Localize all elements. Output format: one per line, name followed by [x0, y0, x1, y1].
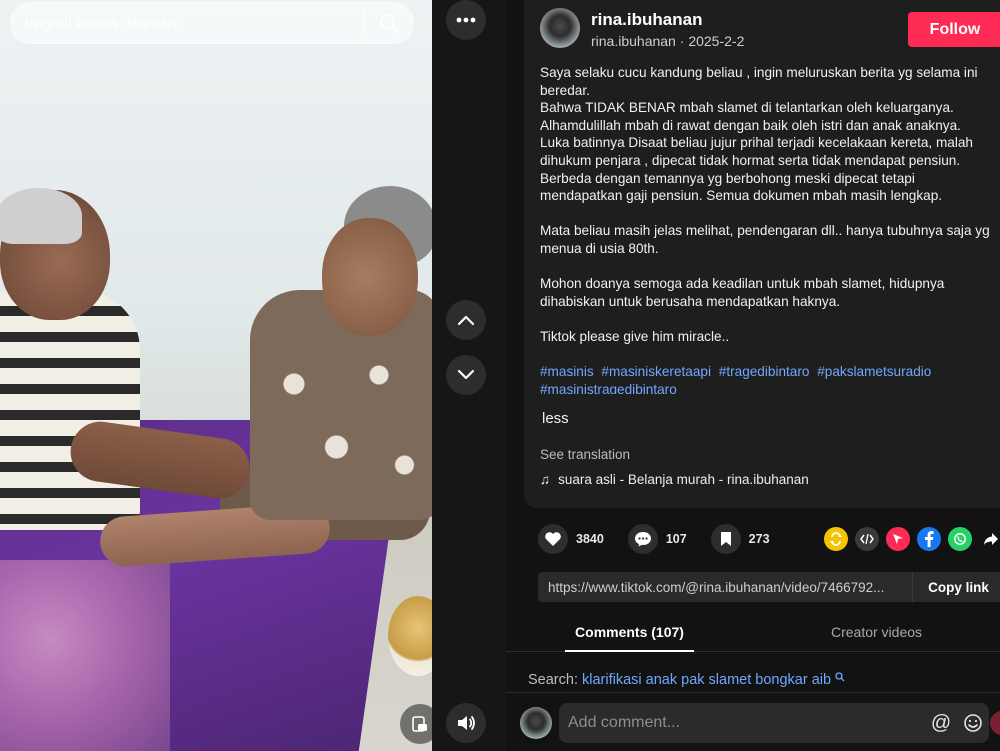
music-title: suara asli - Belanja murah - rina.ibuhan… — [558, 472, 809, 487]
video-man-shirt — [0, 290, 140, 530]
next-video-button[interactable] — [446, 355, 486, 395]
like-button[interactable]: 3840 — [538, 524, 604, 554]
hashtag-link[interactable]: #masinistragedibintaro — [540, 382, 677, 394]
user-avatar — [520, 707, 552, 739]
follow-button[interactable]: Follow — [908, 12, 1000, 47]
video-url[interactable]: https://www.tiktok.com/@rina.ibuhanan/vi… — [538, 580, 912, 595]
more-options-button[interactable] — [446, 0, 486, 40]
mini-player-button[interactable] — [400, 704, 432, 744]
tab-creator-videos[interactable]: Creator videos — [753, 612, 1000, 651]
send-to-friends-button[interactable] — [886, 527, 910, 551]
panel-tabs: Comments (107) Creator videos — [506, 612, 1000, 652]
video-man-hair — [0, 188, 82, 244]
description-paragraph: Tiktok please give him miracle.. — [540, 328, 730, 344]
post-date: 2025-2-2 — [688, 33, 745, 49]
comment-placeholder[interactable]: Add comment... — [568, 714, 925, 732]
comment-icon — [627, 524, 658, 554]
facebook-icon — [925, 531, 934, 547]
comment-composer: Add comment... @ — [506, 692, 1000, 751]
whatsapp-share-button[interactable] — [948, 527, 972, 551]
facebook-share-button[interactable] — [917, 527, 941, 551]
comment-count: 107 — [665, 532, 687, 546]
description-line: Alhamdulillah mbah di rawat dengan baik … — [540, 117, 961, 133]
music-link[interactable]: ♫ suara asli - Belanja murah - rina.ibuh… — [540, 472, 809, 487]
chevron-up-icon — [457, 315, 475, 326]
hashtag-link[interactable]: #masiniskeretaapi — [601, 364, 711, 379]
hashtag-link[interactable]: #tragedibintaro — [719, 364, 810, 379]
mini-player-icon — [412, 716, 427, 732]
search-icon — [380, 14, 399, 33]
chevron-down-icon — [457, 369, 475, 380]
video-frame-mat-pattern — [0, 560, 170, 751]
mention-icon[interactable]: @ — [925, 712, 957, 735]
embed-code-icon — [860, 533, 874, 545]
emoji-icon[interactable] — [957, 713, 989, 733]
search-button[interactable] — [365, 2, 413, 44]
video-woman-dress-pattern — [260, 330, 430, 510]
author-subline: rina.ibuhanan · 2025-2-2 — [591, 33, 744, 49]
related-search-label: Search: — [528, 672, 578, 688]
hashtag-link[interactable]: #masinis — [540, 364, 594, 379]
description-paragraph: Mata beliau masih jelas melihat, pendeng… — [540, 223, 990, 256]
description-line: Berbeda dengan temannya yg berbohong mes… — [540, 170, 943, 204]
more-share-button[interactable] — [979, 527, 1000, 551]
heart-icon — [538, 524, 568, 554]
video-description: Saya selaku cucu kandung beliau , ingin … — [540, 64, 992, 394]
video-player[interactable]: tragedi kereta dibintaro — [0, 0, 432, 751]
related-search[interactable]: Search: klarifikasi anak pak slamet bong… — [528, 672, 998, 690]
hashtag-link[interactable]: #pakslametsuradio — [817, 364, 931, 379]
details-panel: rina.ibuhanan rina.ibuhanan · 2025-2-2 F… — [506, 0, 1000, 751]
volume-icon — [458, 716, 475, 730]
search-icon — [835, 672, 845, 682]
author-avatar[interactable] — [540, 8, 580, 48]
see-translation-link[interactable]: See translation — [540, 447, 630, 462]
comment-button[interactable]: 107 — [627, 524, 687, 554]
video-link-bar: https://www.tiktok.com/@rina.ibuhanan/vi… — [538, 572, 1000, 602]
less-toggle[interactable]: less — [542, 410, 569, 427]
share-options — [824, 527, 1000, 551]
description-line: Bahwa TIDAK BENAR mbah slamet di telanta… — [540, 100, 954, 116]
more-horizontal-icon — [456, 17, 476, 23]
video-nav-strip — [432, 0, 506, 751]
related-search-query[interactable]: klarifikasi anak pak slamet bongkar aib — [582, 672, 831, 688]
favorite-count: 273 — [748, 532, 770, 546]
volume-button[interactable] — [446, 703, 486, 743]
whatsapp-icon — [954, 533, 966, 545]
description-paragraph: Mohon doanya semoga ada keadilan untuk m… — [540, 276, 945, 309]
comment-input[interactable]: Add comment... @ — [559, 703, 989, 743]
author-name[interactable]: rina.ibuhanan — [591, 10, 702, 30]
hashtag-list: #masinis #masiniskeretaapi #tragedibinta… — [540, 363, 992, 394]
bookmark-icon — [710, 524, 741, 554]
like-count: 3840 — [576, 532, 604, 546]
description-line: Luka batinnya Disaat beliau jujur prihal… — [540, 135, 973, 168]
subline-separator: · — [679, 33, 685, 49]
embed-button[interactable] — [855, 527, 879, 551]
repost-icon — [830, 532, 842, 546]
copy-link-button[interactable]: Copy link — [912, 572, 1000, 602]
previous-video-button[interactable] — [446, 300, 486, 340]
repost-button[interactable] — [824, 527, 848, 551]
search-bar[interactable]: tragedi kereta dibintaro — [10, 2, 414, 44]
tab-comments[interactable]: Comments (107) — [506, 612, 753, 652]
post-comment-button[interactable] — [990, 711, 1000, 735]
favorite-button[interactable]: 273 — [710, 524, 770, 554]
music-note-icon: ♫ — [540, 472, 551, 487]
engagement-actions: 3840 107 273 — [538, 522, 794, 556]
description-line: Saya selaku cucu kandung beliau , ingin … — [540, 65, 978, 98]
author-handle[interactable]: rina.ibuhanan — [591, 33, 676, 49]
send-icon — [893, 534, 903, 544]
share-arrow-icon — [984, 533, 998, 545]
search-input[interactable]: tragedi kereta dibintaro — [25, 15, 364, 32]
video-woman-head — [322, 218, 418, 336]
